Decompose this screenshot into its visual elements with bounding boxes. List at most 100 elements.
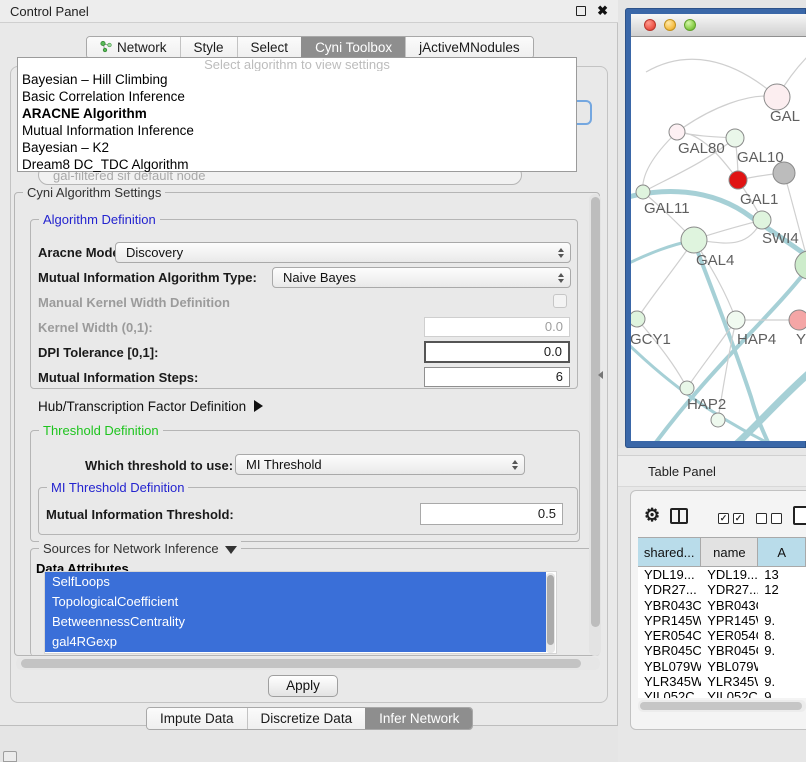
settings-vertical-scrollbar[interactable]	[589, 194, 601, 656]
attribute-item-gal4rgexp[interactable]: gal4RGexp	[45, 632, 546, 652]
table-row[interactable]: YDL19...YDL19...13	[638, 567, 806, 582]
network-node[interactable]	[711, 413, 725, 427]
table-cell: YER054C	[638, 628, 701, 643]
kernel-width-field[interactable]: 0.0	[424, 317, 570, 337]
algorithm-dropdown-placeholder: Select algorithm to view settings	[18, 58, 576, 71]
network-node-gcy1[interactable]	[631, 311, 645, 327]
bottom-corner-icon[interactable]	[3, 751, 17, 762]
manual-kernel-width-label: Manual Kernel Width Definition	[38, 295, 230, 310]
tab-label: jActiveMNodules	[419, 40, 520, 55]
tab-network[interactable]: Network	[87, 37, 180, 58]
settings-horizontal-scrollbar[interactable]	[16, 657, 600, 670]
checked-checkbox-icon[interactable]: ✓	[733, 513, 744, 524]
network-canvas[interactable]: GALGAL80GAL10GAL1GAL11SWI4GAL4GCY1HAP4YH…	[631, 37, 806, 441]
column-header-a[interactable]: A	[758, 538, 806, 566]
tab-select[interactable]: Select	[237, 37, 302, 58]
close-traffic-light-icon[interactable]	[644, 19, 656, 31]
algorithm-option-dream8-dc-tdc-algorithm[interactable]: Dream8 DC_TDC Algorithm	[18, 156, 576, 173]
mi-steps-label: Mutual Information Steps:	[38, 370, 198, 385]
network-node-gal11[interactable]	[636, 185, 650, 199]
aracne-mode-value: Discovery	[116, 245, 552, 260]
table-cell: 13	[758, 567, 806, 582]
close-icon[interactable]: ✖	[597, 3, 608, 19]
table-horizontal-scrollbar[interactable]	[638, 700, 806, 712]
network-node-gal80[interactable]	[669, 124, 685, 140]
table-cell: YDR27...	[701, 582, 758, 597]
sources-group-title[interactable]: Sources for Network Inference	[39, 541, 241, 556]
table-panel-titlebar: Table Panel	[618, 455, 806, 487]
network-node-gal1[interactable]	[753, 211, 771, 229]
which-threshold-value: MI Threshold	[236, 457, 506, 472]
network-node-gal4[interactable]	[681, 227, 707, 253]
network-node-hap4[interactable]	[727, 311, 745, 329]
table-row[interactable]: YBR043CYBR043C	[638, 598, 806, 613]
document-icon[interactable]	[793, 506, 806, 525]
attribute-item-betweennesscentrality[interactable]: BetweennessCentrality	[45, 612, 546, 632]
node-label-gal: GAL	[770, 108, 800, 125]
unchecked-checkbox-icon[interactable]	[771, 513, 782, 524]
table-row[interactable]: YBR045CYBR045C9.	[638, 643, 806, 658]
table-row[interactable]: YBL079WYBL079W	[638, 659, 806, 674]
table-cell	[758, 659, 806, 674]
tab-style[interactable]: Style	[180, 37, 237, 58]
mi-threshold-definition-title: MI Threshold Definition	[47, 480, 188, 495]
table-row[interactable]: YPR145WYPR145W9.	[638, 613, 806, 628]
aracne-mode-combo[interactable]: Discovery	[115, 242, 571, 263]
mutual-information-threshold-field[interactable]: 0.5	[420, 503, 563, 525]
minimize-traffic-light-icon[interactable]	[664, 19, 676, 31]
tab-infer-network[interactable]: Infer Network	[365, 708, 472, 729]
algorithm-option-bayesian-hill-climbing[interactable]: Bayesian – Hill Climbing	[18, 71, 576, 88]
table-cell: 9.	[758, 613, 806, 628]
manual-kernel-width-checkbox[interactable]	[553, 294, 567, 308]
dpi-tolerance-field[interactable]: 0.0	[424, 341, 570, 363]
table-cell: YBR043C	[638, 598, 701, 613]
node-label-gcy1: GCY1	[631, 331, 671, 348]
table-row[interactable]: YDR27...YDR27...12	[638, 582, 806, 597]
attribute-item-topologicalcoefficient[interactable]: TopologicalCoefficient	[45, 592, 546, 612]
table-panel-title: Table Panel	[618, 464, 716, 479]
network-node-gal[interactable]	[764, 84, 790, 110]
unchecked-checkbox-icon[interactable]	[756, 513, 767, 524]
tab-cyni-toolbox[interactable]: Cyni Toolbox	[301, 37, 405, 58]
table-cell: YLR345W	[638, 674, 701, 689]
mi-steps-field[interactable]: 6	[424, 367, 570, 387]
which-threshold-combo[interactable]: MI Threshold	[235, 454, 525, 475]
network-window-titlebar[interactable]	[631, 14, 806, 37]
node-label-hap2: HAP2	[687, 396, 726, 413]
node-label-hap4: HAP4	[737, 331, 776, 348]
attribute-item-selfloops[interactable]: SelfLoops	[45, 572, 546, 592]
table-cell: YDL19...	[701, 567, 758, 582]
algorithm-option-mutual-information-inference[interactable]: Mutual Information Inference	[18, 122, 576, 139]
attributes-scrollbar[interactable]	[546, 573, 555, 653]
column-header-shared[interactable]: shared...	[638, 538, 701, 566]
node-label-gal4: GAL4	[696, 252, 734, 269]
table-cell: YER054C	[701, 628, 758, 643]
table-row[interactable]: YIL052CYIL052C9.	[638, 689, 806, 698]
network-node-hap2[interactable]	[680, 381, 694, 395]
mi-algorithm-type-combo[interactable]: Naive Bayes	[272, 267, 571, 288]
table-row[interactable]: YER054CYER054C8.	[638, 628, 806, 643]
split-columns-icon[interactable]	[670, 508, 688, 524]
float-window-icon[interactable]	[576, 6, 586, 16]
apply-button[interactable]: Apply	[268, 675, 338, 697]
control-panel-tabs: NetworkStyleSelectCyni Toolbox jActiveMNo…	[86, 36, 534, 59]
node-label-gal1: GAL1	[740, 191, 778, 208]
gear-icon[interactable]: ⚙	[644, 505, 660, 526]
hub-definition-toggle[interactable]: Hub/Transcription Factor Definition	[38, 399, 263, 414]
network-node-y[interactable]	[789, 310, 806, 330]
tab-discretize-data[interactable]: Discretize Data	[247, 708, 366, 729]
tab-impute-data[interactable]: Impute Data	[147, 708, 247, 729]
kernel-width-label: Kernel Width (0,1):	[38, 320, 153, 335]
checked-checkbox-icon[interactable]: ✓	[718, 513, 729, 524]
network-node[interactable]	[729, 171, 747, 189]
tab-jactivemnodules[interactable]: jActiveMNodules	[405, 37, 533, 58]
algorithm-option-basic-correlation-inference[interactable]: Basic Correlation Inference	[18, 88, 576, 105]
network-node-gal10[interactable]	[726, 129, 744, 147]
algorithm-option-aracne-algorithm[interactable]: ARACNE Algorithm	[18, 105, 576, 122]
algorithm-option-bayesian-k2[interactable]: Bayesian – K2	[18, 139, 576, 156]
table-row[interactable]: YLR345WYLR345W9.	[638, 674, 806, 689]
zoom-traffic-light-icon[interactable]	[684, 19, 696, 31]
column-header-name[interactable]: name	[701, 538, 758, 566]
panel-divider-grip[interactable]	[598, 371, 603, 379]
network-node[interactable]	[795, 251, 806, 279]
